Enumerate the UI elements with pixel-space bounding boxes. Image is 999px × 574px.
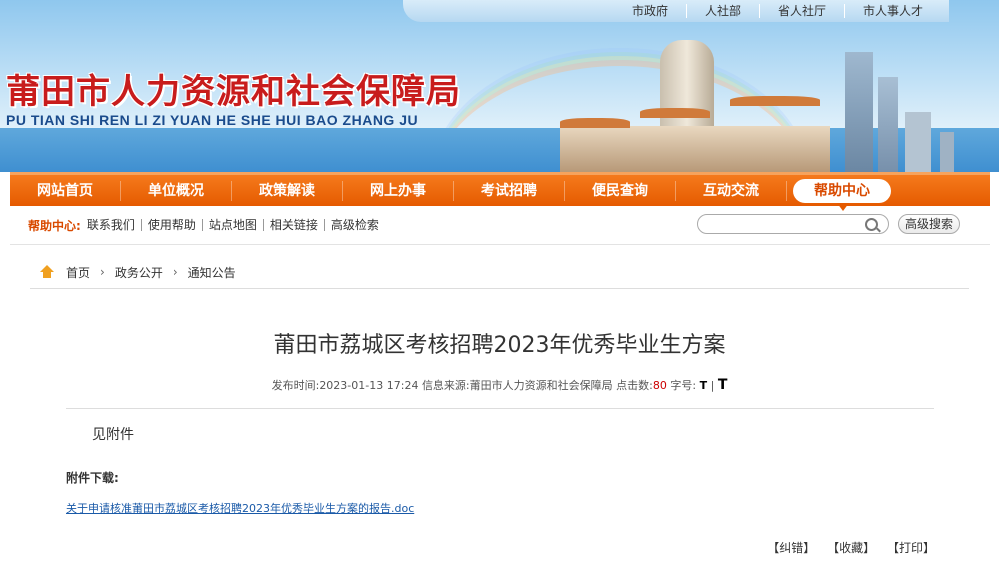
top-link-city-talent[interactable]: 市人事人才 bbox=[843, 4, 941, 18]
search-icon[interactable] bbox=[865, 218, 878, 231]
hits-label: 点击数: bbox=[616, 379, 653, 392]
sub-nav-advanced-retrieval[interactable]: 高级检索 bbox=[325, 219, 385, 231]
font-small-button[interactable]: T bbox=[700, 379, 708, 392]
source-label: 信息来源: bbox=[421, 379, 470, 392]
nav-item-policy[interactable]: 政策解读 bbox=[232, 180, 343, 201]
sub-nav-usage-help[interactable]: 使用帮助 bbox=[142, 219, 203, 231]
top-link-city-gov[interactable]: 市政府 bbox=[614, 4, 686, 18]
divider bbox=[66, 408, 934, 409]
bookmark-button[interactable]: 【收藏】 bbox=[827, 541, 875, 555]
breadcrumb: 首页 › 政务公开 › 通知公告 bbox=[30, 256, 969, 289]
attachment-label: 附件下载: bbox=[66, 471, 119, 485]
temple-roof-image bbox=[730, 96, 820, 106]
attachment-link[interactable]: 关于申请核准莆田市荔城区考核招聘2023年优秀毕业生方案的报告.doc bbox=[66, 500, 414, 516]
breadcrumb-notices[interactable]: 通知公告 bbox=[188, 264, 236, 281]
building-image bbox=[878, 77, 898, 172]
article-body: 见附件 bbox=[92, 427, 134, 443]
article-title: 莆田市荔城区考核招聘2023年优秀毕业生方案 bbox=[273, 333, 726, 358]
site-logo-pinyin: PU TIAN SHI REN LI ZI YUAN HE SHE HUI BA… bbox=[6, 112, 419, 128]
sub-nav-contact[interactable]: 联系我们 bbox=[81, 219, 142, 231]
top-links-bar: 市政府 人社部 省人社厅 市人事人才 bbox=[403, 0, 949, 22]
font-large-button[interactable]: T bbox=[718, 377, 728, 393]
building-image bbox=[905, 112, 931, 172]
hits-count: 80 bbox=[652, 379, 667, 392]
search-box bbox=[697, 214, 889, 235]
home-icon bbox=[40, 265, 54, 279]
top-link-mohrss[interactable]: 人社部 bbox=[685, 4, 759, 18]
nav-item-help-center[interactable]: 帮助中心 bbox=[793, 178, 891, 211]
advanced-search-button[interactable]: 高级搜索 bbox=[898, 214, 960, 234]
publish-time: 2023-01-13 17:24 bbox=[319, 379, 419, 392]
article-meta: 发布时间:2023-01-13 17:24 信息来源:莆田市人力资源和社会保障局… bbox=[0, 377, 999, 393]
sub-nav-label: 帮助中心: bbox=[28, 218, 81, 233]
nav-item-exam-recruit[interactable]: 考试招聘 bbox=[454, 180, 565, 201]
nav-item-home[interactable]: 网站首页 bbox=[10, 180, 121, 201]
report-error-button[interactable]: 【纠错】 bbox=[767, 541, 815, 555]
header-banner: 市政府 人社部 省人社厅 市人事人才 莆田市人力资源和社会保障局 PU TIAN… bbox=[0, 0, 999, 172]
site-logo-title: 莆田市人力资源和社会保障局 bbox=[6, 72, 461, 112]
publish-label: 发布时间: bbox=[271, 379, 320, 392]
breadcrumb-home[interactable]: 首页 bbox=[66, 264, 90, 281]
sub-nav-sitemap[interactable]: 站点地图 bbox=[203, 219, 264, 231]
building-image bbox=[560, 126, 830, 172]
building-image bbox=[845, 52, 873, 172]
print-button[interactable]: 【打印】 bbox=[887, 541, 935, 555]
chevron-right-icon: › bbox=[172, 265, 178, 279]
font-size-label: 字号: bbox=[670, 379, 697, 392]
temple-roof-image bbox=[640, 108, 710, 118]
temple-roof-image bbox=[560, 118, 630, 128]
nav-item-interaction[interactable]: 互动交流 bbox=[676, 180, 787, 201]
main-nav: 网站首页 单位概况 政策解读 网上办事 考试招聘 便民查询 互动交流 帮助中心 bbox=[10, 172, 990, 211]
top-link-province-hrss[interactable]: 省人社厅 bbox=[758, 4, 844, 18]
nav-item-online-service[interactable]: 网上办事 bbox=[343, 180, 454, 201]
statue-image bbox=[660, 40, 714, 132]
chevron-right-icon: › bbox=[100, 265, 105, 279]
sub-nav-related-links[interactable]: 相关链接 bbox=[264, 219, 325, 231]
search-input[interactable] bbox=[706, 215, 870, 235]
building-image bbox=[940, 132, 954, 172]
font-divider: | bbox=[710, 379, 715, 392]
source-value: 莆田市人力资源和社会保障局 bbox=[469, 379, 613, 392]
article-actions: 【纠错】 【收藏】 【打印】 bbox=[759, 539, 935, 556]
breadcrumb-gov-affairs[interactable]: 政务公开 bbox=[115, 264, 163, 281]
nav-item-about[interactable]: 单位概况 bbox=[121, 180, 232, 201]
nav-item-public-query[interactable]: 便民查询 bbox=[565, 180, 676, 201]
